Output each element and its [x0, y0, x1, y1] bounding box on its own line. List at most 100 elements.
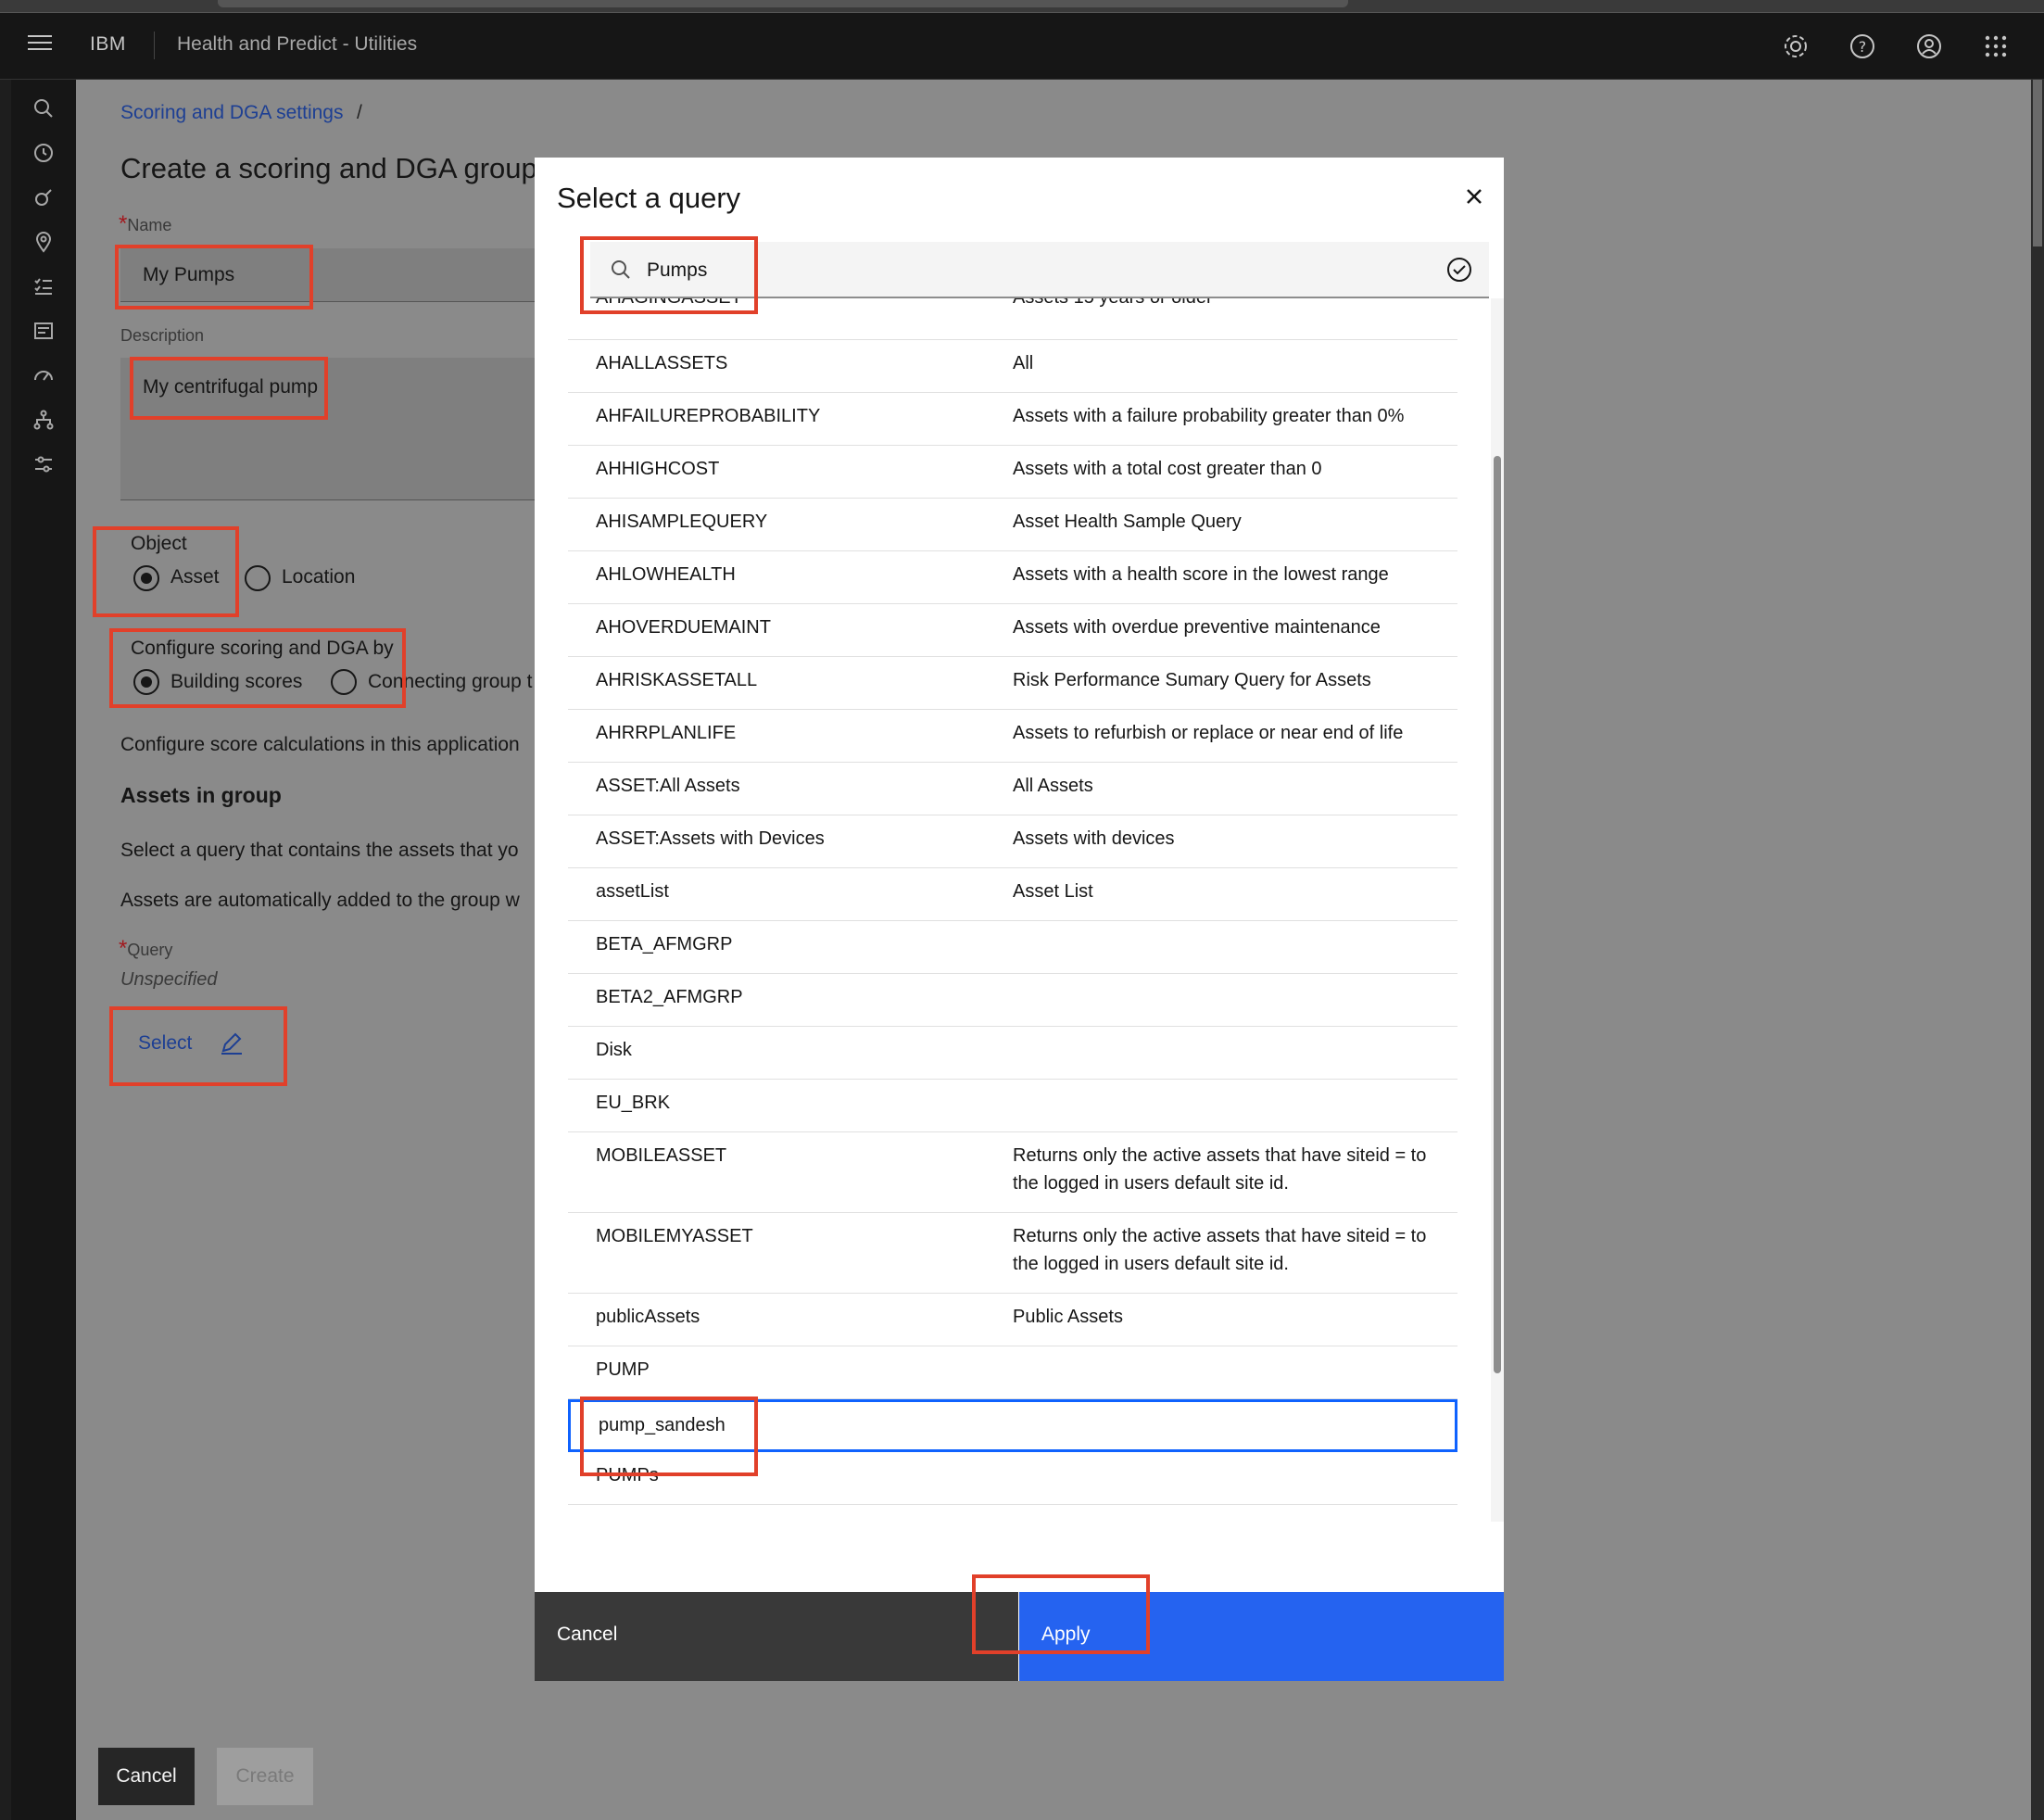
- query-list[interactable]: AHAGINGASSETAssets 15 years or olderAHAL…: [568, 298, 1457, 1522]
- query-row[interactable]: EU_BRK: [568, 1080, 1457, 1132]
- highlight-selected-row: [580, 1397, 758, 1476]
- settings-sliders-icon[interactable]: [30, 450, 57, 478]
- highlight-select-link: [109, 1006, 287, 1086]
- breadcrumb-link[interactable]: Scoring and DGA settings: [120, 102, 343, 124]
- query-row[interactable]: AHOVERDUEMAINT Assets with overdue preven…: [568, 604, 1457, 657]
- create-button[interactable]: Create: [217, 1748, 313, 1805]
- query-description: Assets 15 years or older: [1013, 298, 1457, 311]
- object-location-radio[interactable]: [245, 565, 271, 591]
- query-name: assetList: [596, 881, 669, 902]
- browser-top-strip: [0, 0, 2044, 13]
- modal-title: Select a query: [557, 182, 741, 214]
- query-row[interactable]: AHALLASSETS All: [568, 340, 1457, 393]
- user-icon[interactable]: [1911, 28, 1948, 65]
- query-row[interactable]: AHRRPLANLIFE Assets to refurbish or repla…: [568, 710, 1457, 763]
- page-scrollbar-thumb[interactable]: [2033, 80, 2042, 246]
- page-title: Create a scoring and DGA group: [120, 152, 537, 184]
- query-name: AHRISKASSETALL: [596, 670, 758, 690]
- dashboard-icon[interactable]: [30, 317, 57, 345]
- object-location-label[interactable]: Location: [282, 566, 355, 588]
- query-row[interactable]: AHISAMPLEQUERY Asset Health Sample Query: [568, 499, 1457, 551]
- query-row[interactable]: AHHIGHCOST Assets with a total cost great…: [568, 446, 1457, 499]
- query-description: Assets with a total cost greater than 0: [1013, 455, 1457, 483]
- gauge-icon[interactable]: [30, 361, 57, 389]
- query-description: All Assets: [1013, 772, 1457, 800]
- query-list-scroll-thumb[interactable]: [1494, 456, 1501, 1373]
- highlight-search-input: [580, 236, 758, 314]
- query-description-line: Returns only the active assets that have…: [1013, 1226, 1427, 1246]
- query-name: AHLOWHEALTH: [596, 564, 736, 585]
- query-name: AHFAILUREPROBABILITY: [596, 406, 821, 426]
- query-row[interactable]: BETA_AFMGRP: [568, 921, 1457, 974]
- query-description-line: Assets with a total cost greater than 0: [1013, 459, 1322, 479]
- query-row[interactable]: publicAssets Public Assets: [568, 1294, 1457, 1346]
- highlight-name-field: [115, 245, 313, 310]
- query-list-scrollbar[interactable]: [1491, 298, 1504, 1522]
- query-description: Risk Performance Sumary Query for Assets: [1013, 666, 1457, 694]
- query-row[interactable]: ASSET:All Assets All Assets: [568, 763, 1457, 815]
- query-description-line: Assets with a failure probability greate…: [1013, 406, 1405, 426]
- query-row[interactable]: AHLOWHEALTH Assets with a health score in…: [568, 551, 1457, 604]
- left-nav-rail: [11, 80, 76, 1820]
- assets-help-text-2: Assets are automatically added to the gr…: [120, 890, 520, 911]
- checkmark-circle-icon[interactable]: [1445, 256, 1473, 284]
- query-row[interactable]: assetList Asset List: [568, 868, 1457, 921]
- query-name: Disk: [596, 1040, 632, 1060]
- cancel-button[interactable]: Cancel: [98, 1748, 195, 1805]
- query-row[interactable]: ASSET:Assets with Devices Assets with dev…: [568, 815, 1457, 868]
- query-description-line: the logged in users default site id.: [1013, 1173, 1289, 1194]
- query-description: All: [1013, 349, 1457, 377]
- location-icon[interactable]: [30, 228, 57, 256]
- query-name: AHOVERDUEMAINT: [596, 617, 771, 638]
- query-name: BETA2_AFMGRP: [596, 987, 743, 1007]
- query-row[interactable]: AHFAILUREPROBABILITY Assets with a failur…: [568, 393, 1457, 446]
- query-name: AHHIGHCOST: [596, 459, 720, 479]
- query-name: BETA_AFMGRP: [596, 934, 733, 954]
- highlight-apply-button: [972, 1574, 1150, 1654]
- query-description: Asset Health Sample Query: [1013, 508, 1457, 536]
- query-description-line: Assets with a health score in the lowest…: [1013, 564, 1389, 585]
- query-description-line: the logged in users default site id.: [1013, 1254, 1289, 1274]
- help-icon[interactable]: ?: [1844, 28, 1881, 65]
- page-scrollbar[interactable]: [2031, 80, 2044, 1820]
- query-description: Assets with a failure probability greate…: [1013, 402, 1457, 430]
- query-description: Asset List: [1013, 878, 1457, 905]
- assets-icon[interactable]: [30, 183, 57, 211]
- settings-icon[interactable]: [1777, 28, 1814, 65]
- query-name: publicAssets: [596, 1307, 700, 1327]
- query-row[interactable]: MOBILEMYASSET Returns only the active ass…: [568, 1213, 1457, 1294]
- search-icon[interactable]: [30, 95, 57, 122]
- query-description: Assets with devices: [1013, 825, 1457, 853]
- highlight-description-field: [130, 357, 328, 420]
- brand-name[interactable]: IBM: [90, 33, 126, 56]
- browser-tab-strip: [218, 0, 1348, 7]
- query-description-line: Assets with overdue preventive maintenan…: [1013, 617, 1381, 638]
- query-name: AHISAMPLEQUERY: [596, 512, 768, 532]
- hierarchy-icon[interactable]: [30, 406, 57, 434]
- query-description-line: Assets to refurbish or replace or near e…: [1013, 723, 1404, 743]
- query-row[interactable]: MOBILEASSET Returns only the active asset…: [568, 1132, 1457, 1213]
- query-row[interactable]: Disk: [568, 1027, 1457, 1080]
- required-marker: *: [119, 211, 128, 236]
- name-field-label: *Name: [119, 211, 172, 236]
- checklist-icon[interactable]: [30, 272, 57, 300]
- query-description-line: Assets with devices: [1013, 828, 1175, 849]
- modal-cancel-button[interactable]: Cancel: [535, 1592, 1018, 1681]
- svg-text:?: ?: [1859, 38, 1867, 56]
- query-name: ASSET:Assets with Devices: [596, 828, 825, 849]
- query-row[interactable]: PUMP: [568, 1346, 1457, 1399]
- history-icon[interactable]: [30, 139, 57, 167]
- description-field-label: Description: [120, 326, 205, 345]
- query-row[interactable]: BETA2_AFMGRP: [568, 974, 1457, 1027]
- query-row[interactable]: AHRISKASSETALL Risk Performance Sumary Qu…: [568, 657, 1457, 710]
- hamburger-menu-icon[interactable]: [28, 35, 52, 56]
- query-name: AHALLASSETS: [596, 353, 728, 373]
- query-description-line: All Assets: [1013, 776, 1093, 796]
- highlight-object-group: [93, 526, 239, 617]
- app-switcher-icon[interactable]: [1977, 28, 2014, 65]
- query-description: Public Assets: [1013, 1303, 1457, 1331]
- query-description-line: Asset Health Sample Query: [1013, 512, 1242, 532]
- query-description: Assets to refurbish or replace or near e…: [1013, 719, 1457, 747]
- assets-help-text-1: Select a query that contains the assets …: [120, 840, 519, 861]
- close-icon[interactable]: [1456, 178, 1493, 215]
